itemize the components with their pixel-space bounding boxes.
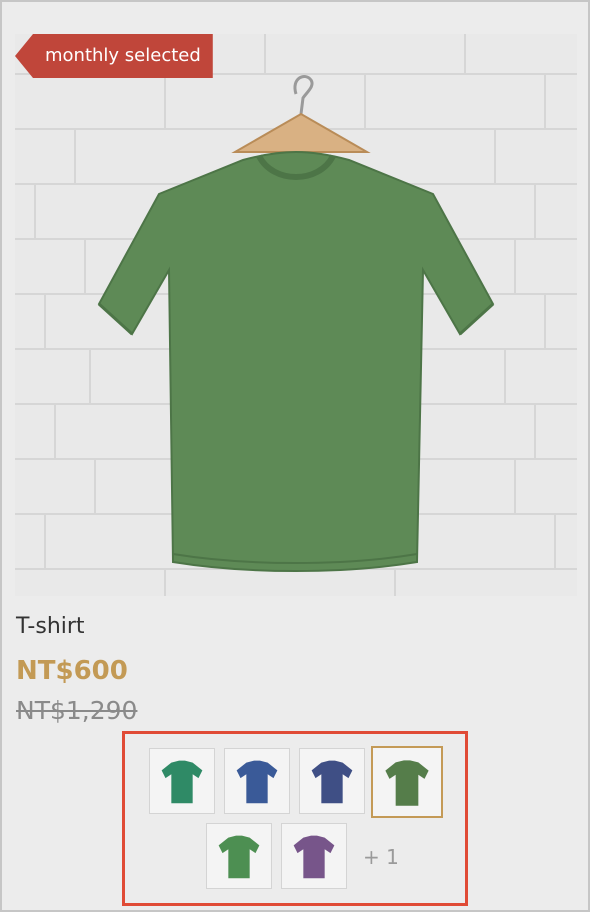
swatch-tshirt-icon [385,760,429,806]
color-swatch-group: + 1 [122,731,468,906]
swatch-1[interactable] [224,748,290,814]
swatch-2[interactable] [299,748,365,814]
swatch-tshirt-icon [236,760,278,804]
swatch-tshirt-icon [218,835,260,879]
swatch-5[interactable] [281,823,347,889]
swatch-tshirt-icon [311,760,353,804]
product-title[interactable]: T-shirt [16,614,85,639]
tshirt-photo [15,34,577,596]
monthly-selected-badge: monthly selected [15,34,213,78]
swatch-0[interactable] [149,748,215,814]
swatch-tshirt-icon [161,760,203,804]
swatch-3-selected[interactable] [371,746,443,818]
more-colors-count[interactable]: + 1 [363,845,399,869]
original-price: NT$1,290 [16,696,138,725]
product-card[interactable]: monthly selected T-shirt NT$600 NT$1,290… [0,0,590,912]
product-image[interactable]: monthly selected [15,34,577,596]
swatch-tshirt-icon [293,835,335,879]
swatch-4[interactable] [206,823,272,889]
sale-price: NT$600 [16,656,128,686]
